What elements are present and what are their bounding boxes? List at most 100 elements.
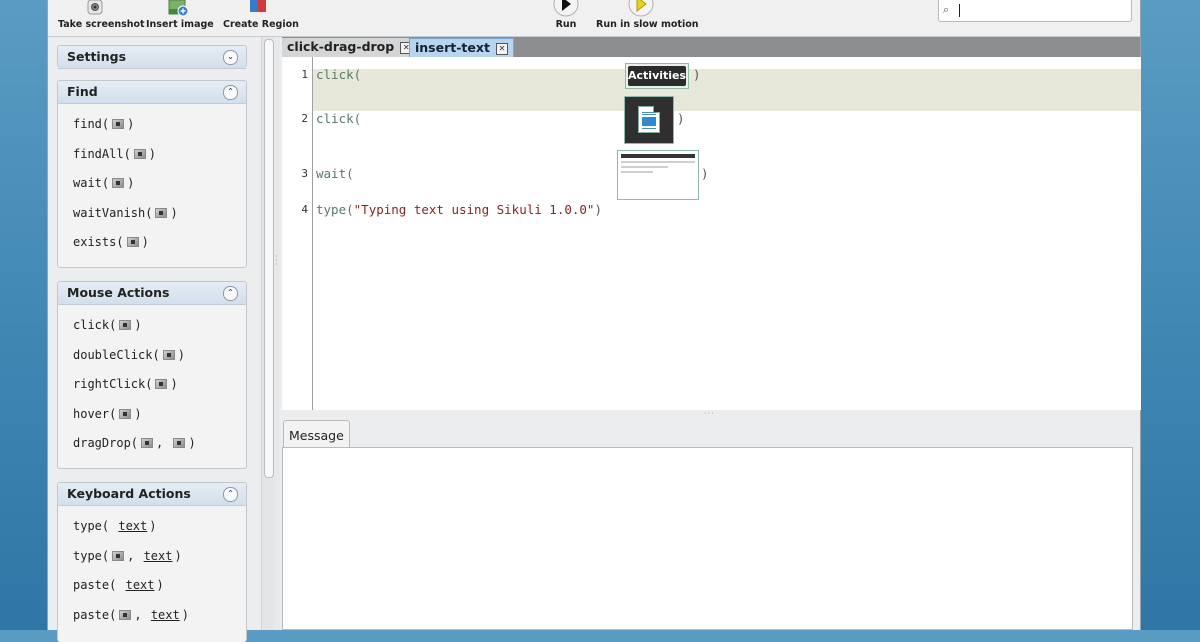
line-number: 2 [301,112,308,125]
rightclick-label: rightClick( [73,377,153,391]
code-line-4[interactable]: type("Typing text using Sikuli 1.0.0") [316,202,602,217]
run-slow-label: Run in slow motion [596,19,699,30]
click-command[interactable]: click() [73,318,142,332]
code-line-3[interactable]: wait( [316,166,354,181]
create-region-label: Create Region [223,19,299,30]
code-editor[interactable]: click( Activities ) click( ) wait() typ… [312,57,1141,410]
close-tab-icon[interactable]: ✕ [495,43,508,55]
run-icon [553,0,579,17]
closing-paren: ) [701,166,709,181]
vertical-splitter[interactable]: · · · [274,37,280,630]
click-label: click( [73,318,117,332]
keyboard-actions-section: Keyboard Actions ⌃ type( text) type(, te… [57,482,247,642]
camera-icon [87,0,103,15]
run-slow-icon [628,0,654,17]
hover-command[interactable]: hover() [73,407,142,421]
waitvanish-command[interactable]: waitVanish() [73,206,178,220]
mouse-actions-title: Mouse Actions [67,285,170,300]
line-number: 4 [301,203,308,216]
type-label: type( [73,549,110,563]
image-placeholder-icon [112,551,125,561]
paste-text-command[interactable]: paste( text) [73,578,164,592]
image-placeholder-icon [173,438,186,448]
image-placeholder-icon [119,409,132,419]
create-region-button[interactable]: Create Region [223,0,299,30]
tab-click-drag-drop[interactable]: click-drag-drop ✕ [282,38,418,57]
document-image-thumbnail[interactable] [624,96,674,144]
image-placeholder-icon [126,237,139,247]
chevron-up-icon[interactable]: ⌃ [223,85,238,100]
editor-tab-bar: click-drag-drop ✕ insert-text ✕ [282,37,1140,57]
take-screenshot-button[interactable]: Take screenshot [58,0,145,30]
sidebar-scrollbar[interactable] [261,37,274,630]
chevron-up-icon[interactable]: ⌃ [223,487,238,502]
image-placeholder-icon [133,149,146,159]
findall-command[interactable]: findAll() [73,147,156,161]
line-number: 1 [301,68,308,81]
search-icon: ⌕ [943,3,950,16]
command-sidebar: Settings ⌄ Find ⌃ find() findAll() wait(… [48,37,256,642]
type-label: type( [73,519,110,533]
image-placeholder-icon [119,610,132,620]
horizontal-splitter[interactable]: ··· [282,409,1140,418]
tab-message[interactable]: Message [283,420,350,447]
paste-label: paste( [73,608,117,622]
image-placeholder-icon [155,379,168,389]
run-button[interactable]: Run [548,0,584,30]
type-image-text-command[interactable]: type(, text) [73,549,182,563]
function-name: click( [316,67,362,82]
closing-paren: ) [693,67,701,82]
sikuli-ide-window: Take screenshot Insert image Create Regi… [47,0,1141,642]
find-header[interactable]: Find ⌃ [58,81,246,104]
find-command[interactable]: find() [73,117,134,131]
wait-label: wait( [73,176,110,190]
activities-image-thumbnail[interactable]: Activities [625,63,689,89]
chevron-up-icon[interactable]: ⌃ [223,286,238,301]
text-param: text [143,549,173,563]
closing-paren: ) [677,111,685,126]
function-name: type( [316,202,354,217]
settings-section: Settings ⌄ [57,45,247,69]
document-icon [638,106,660,133]
hover-label: hover( [73,407,117,421]
message-tab-label: Message [289,428,344,443]
splitter-grip: ··· [704,409,715,418]
insert-image-icon [168,0,189,17]
mouse-actions-section: Mouse Actions ⌃ click() doubleClick() ri… [57,281,247,469]
mouse-actions-header[interactable]: Mouse Actions ⌃ [58,282,246,305]
waitvanish-label: waitVanish( [73,206,153,220]
settings-header[interactable]: Settings ⌄ [58,46,246,69]
current-line-highlight [313,69,1141,111]
rightclick-command[interactable]: rightClick() [73,377,178,391]
exists-command[interactable]: exists() [73,235,149,249]
paste-label: paste( [73,578,117,592]
search-input[interactable]: ⌕ [938,0,1132,22]
wait-command[interactable]: wait() [73,176,134,190]
tab-label: insert-text [415,40,490,55]
text-param: text [125,578,155,592]
window-image-thumbnail[interactable] [617,150,699,200]
image-placeholder-icon [162,350,175,360]
insert-image-button[interactable]: Insert image [146,0,214,30]
message-panel[interactable] [282,447,1133,630]
toolbar: Take screenshot Insert image Create Regi… [48,0,1140,37]
keyboard-actions-header[interactable]: Keyboard Actions ⌃ [58,483,246,506]
tab-insert-text[interactable]: insert-text ✕ [409,38,514,57]
image-placeholder-icon [112,178,125,188]
type-text-command[interactable]: type( text) [73,519,157,533]
string-argument: "Typing text using Sikuli 1.0.0" [353,202,595,217]
dragdrop-command[interactable]: dragDrop(, ) [73,436,196,450]
sidebar-scroll-thumb[interactable] [264,39,274,478]
findall-label: findAll( [73,147,131,161]
find-label: find( [73,117,110,131]
run-slow-motion-button[interactable]: Run in slow motion [596,0,699,30]
run-label: Run [555,19,577,30]
closing-paren: ) [594,202,602,217]
doubleclick-command[interactable]: doubleClick() [73,348,185,362]
paste-image-text-command[interactable]: paste(, text) [73,608,189,622]
image-placeholder-icon [155,208,168,218]
chevron-down-icon[interactable]: ⌄ [223,50,238,65]
code-line-2[interactable]: click( [316,111,361,126]
splitter-grip: ··· [275,252,278,269]
code-line-1[interactable]: click( [316,67,361,82]
